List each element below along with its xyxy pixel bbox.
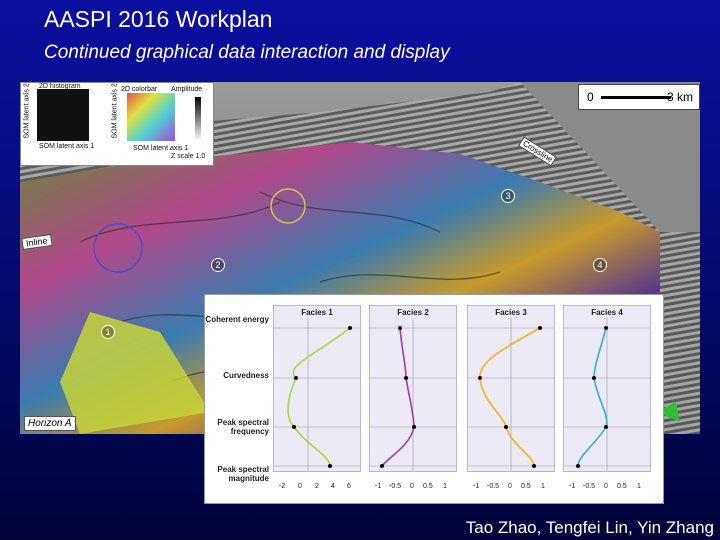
amplitude-title: Amplitude bbox=[171, 86, 203, 93]
f3-tick-3: 0.5 bbox=[521, 483, 531, 490]
slide-title: AASPI 2016 Workplan bbox=[44, 6, 273, 32]
f1-tick-3: 4 bbox=[331, 483, 335, 490]
colorbar-title: 2D colorbar bbox=[121, 86, 158, 93]
row-label-peak-frequency: Peak spectral frequency bbox=[217, 418, 269, 436]
f4-tick-2: 0 bbox=[604, 483, 608, 490]
facies-3-panel: Facies 3 bbox=[467, 305, 555, 472]
f1-tick-4: 6 bbox=[347, 483, 351, 490]
scale-bar: 0 3 km bbox=[578, 84, 700, 110]
axis1-label-colorbar: SOM latent axis 1 bbox=[133, 145, 189, 152]
scale-bar-line bbox=[601, 96, 671, 99]
slide-subtitle: Continued graphical data interaction and… bbox=[44, 42, 450, 63]
f1-tick-0: -2 bbox=[279, 483, 286, 490]
f1-tick-2: 2 bbox=[315, 483, 319, 490]
axis2-label-colorbar: SOM latent axis 2 bbox=[111, 83, 119, 139]
marker-1: 1 bbox=[101, 325, 115, 339]
f4-tick-1: -0.5 bbox=[583, 483, 596, 490]
f4-tick-0: -1 bbox=[569, 483, 576, 490]
f4-tick-4: 1 bbox=[637, 483, 641, 490]
row-label-coherent-energy: Coherent energy bbox=[205, 315, 269, 324]
f4-tick-3: 0.5 bbox=[617, 483, 627, 490]
axis1-label: SOM latent axis 1 bbox=[39, 143, 95, 150]
zscale-label: Z scale 1.0 bbox=[171, 153, 206, 160]
author-credits: Tao Zhao, Tengfei Lin, Yin Zhang bbox=[465, 518, 714, 537]
f2-tick-0: -1 bbox=[375, 483, 382, 490]
facies-1-panel: Facies 1 bbox=[273, 305, 361, 472]
facies-2-panel: Facies 2 bbox=[369, 305, 457, 472]
f1-tick-1: 0 bbox=[298, 483, 302, 490]
f2-tick-2: 0 bbox=[410, 483, 414, 490]
row-label-peak-magnitude: Peak spectral magnitude bbox=[217, 465, 269, 483]
histogram-plot bbox=[37, 89, 89, 141]
horizon-label: Horizon A bbox=[24, 416, 76, 431]
f3-tick-0: -1 bbox=[473, 483, 480, 490]
marker-3: 3 bbox=[501, 189, 515, 203]
som-legend-panel: 2D histogram 2D colorbar Amplitude SOM l… bbox=[20, 82, 214, 166]
axis2-label: SOM latent axis 2 bbox=[23, 83, 31, 139]
f3-tick-1: -0.5 bbox=[487, 483, 500, 490]
facies-4-panel: Facies 4 bbox=[563, 305, 651, 472]
histogram-title: 2D histogram bbox=[39, 83, 81, 90]
scale-end: 3 km bbox=[667, 90, 694, 104]
amplitude-bar bbox=[195, 97, 201, 141]
colorbar-2d bbox=[127, 93, 175, 141]
f2-tick-1: -0.5 bbox=[389, 483, 402, 490]
f2-tick-4: 1 bbox=[443, 483, 447, 490]
marker-2: 2 bbox=[211, 258, 225, 272]
f3-tick-2: 0 bbox=[508, 483, 512, 490]
marker-4: 4 bbox=[593, 258, 607, 272]
scale-start: 0 bbox=[587, 90, 594, 104]
row-label-curvedness: Curvedness bbox=[223, 371, 269, 380]
facies-profile-chart: Coherent energy Curvedness Peak spectral… bbox=[204, 294, 664, 504]
f3-tick-4: 1 bbox=[541, 483, 545, 490]
f2-tick-3: 0.5 bbox=[423, 483, 433, 490]
